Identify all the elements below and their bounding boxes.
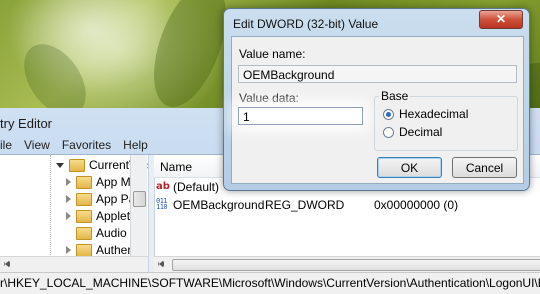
list-item[interactable]: 011 110 OEMBackground REG_DWORD 0x0000000… — [154, 197, 540, 213]
ok-button[interactable]: OK — [377, 157, 442, 178]
scroll-left-icon[interactable] — [158, 260, 164, 268]
value-name: OEMBackground — [173, 198, 265, 212]
tree-item[interactable]: Audio — [76, 225, 127, 241]
tree-item[interactable]: App Pa — [66, 191, 135, 207]
dialog-content: Value name: OEMBackground Value data: 1 … — [231, 36, 524, 184]
folder-icon — [76, 209, 92, 223]
tree-guide-lines — [0, 155, 51, 259]
close-icon: ✕ — [495, 12, 507, 26]
decimal-label[interactable]: Decimal — [399, 125, 442, 139]
expanded-arrow-icon[interactable] — [56, 162, 64, 168]
registry-tree[interactable]: CurrentVersi App M App Pa Applets Audio — [0, 155, 156, 259]
close-button[interactable]: ✕ — [479, 10, 523, 29]
dialog-title: Edit DWORD (32-bit) Value — [233, 17, 379, 31]
menu-help[interactable]: Help — [117, 136, 154, 154]
column-header-name[interactable]: Name — [160, 160, 192, 174]
folder-icon — [69, 158, 85, 172]
menu-favorites[interactable]: Favorites — [56, 136, 117, 154]
hexadecimal-radio[interactable] — [383, 109, 394, 120]
value-name-label: Value name: — [239, 47, 306, 61]
collapsed-arrow-icon[interactable] — [66, 195, 71, 203]
base-groupbox — [374, 96, 518, 151]
registry-editor-title: try Editor — [0, 116, 53, 131]
tree-vertical-scrollbar[interactable] — [130, 155, 147, 259]
collapsed-arrow-icon[interactable] — [66, 178, 71, 186]
decimal-radio[interactable] — [383, 127, 394, 138]
tree-item[interactable]: App M — [66, 174, 131, 190]
binary-value-icon: 011 110 — [156, 197, 168, 211]
base-label: Base — [379, 89, 411, 103]
tree-horizontal-scrollbar[interactable] — [0, 256, 148, 273]
menu-view[interactable]: View — [18, 136, 56, 154]
collapsed-arrow-icon[interactable] — [66, 212, 71, 220]
menu-file[interactable]: ile — [0, 136, 18, 154]
tree-item-label: Audio — [96, 226, 127, 240]
folder-icon — [76, 243, 92, 257]
string-value-icon: ab — [156, 181, 170, 192]
hexadecimal-label[interactable]: Hexadecimal — [399, 107, 468, 121]
folder-icon — [76, 226, 92, 240]
cancel-button[interactable]: Cancel — [452, 157, 517, 178]
folder-icon — [76, 192, 92, 206]
tree-item[interactable]: Applets — [66, 208, 136, 224]
value-name: (Default) — [173, 180, 220, 194]
collapsed-arrow-icon[interactable] — [66, 246, 71, 254]
value-data-input[interactable]: 1 — [238, 107, 363, 125]
status-bar-path: r\HKEY_LOCAL_MACHINE\SOFTWARE\Microsoft\… — [0, 272, 540, 294]
list-horizontal-scrollbar[interactable] — [154, 256, 540, 273]
tree-item-label: Authen — [96, 243, 135, 257]
scroll-left-icon[interactable] — [4, 260, 10, 268]
value-type: REG_DWORD — [265, 198, 345, 212]
edit-dword-dialog: Edit DWORD (32-bit) Value ✕ Value name: … — [223, 8, 530, 191]
tree-item-label: App M — [96, 175, 131, 189]
folder-icon — [76, 175, 92, 189]
value-data-label: Value data: — [239, 91, 299, 105]
value-name-field: OEMBackground — [238, 65, 517, 83]
scrollbar-thumb[interactable] — [133, 191, 146, 207]
scrollbar-thumb[interactable] — [172, 259, 540, 271]
menu-bar: ile View Favorites Help — [0, 136, 154, 154]
value-data: 0x00000000 (0) — [374, 198, 459, 212]
